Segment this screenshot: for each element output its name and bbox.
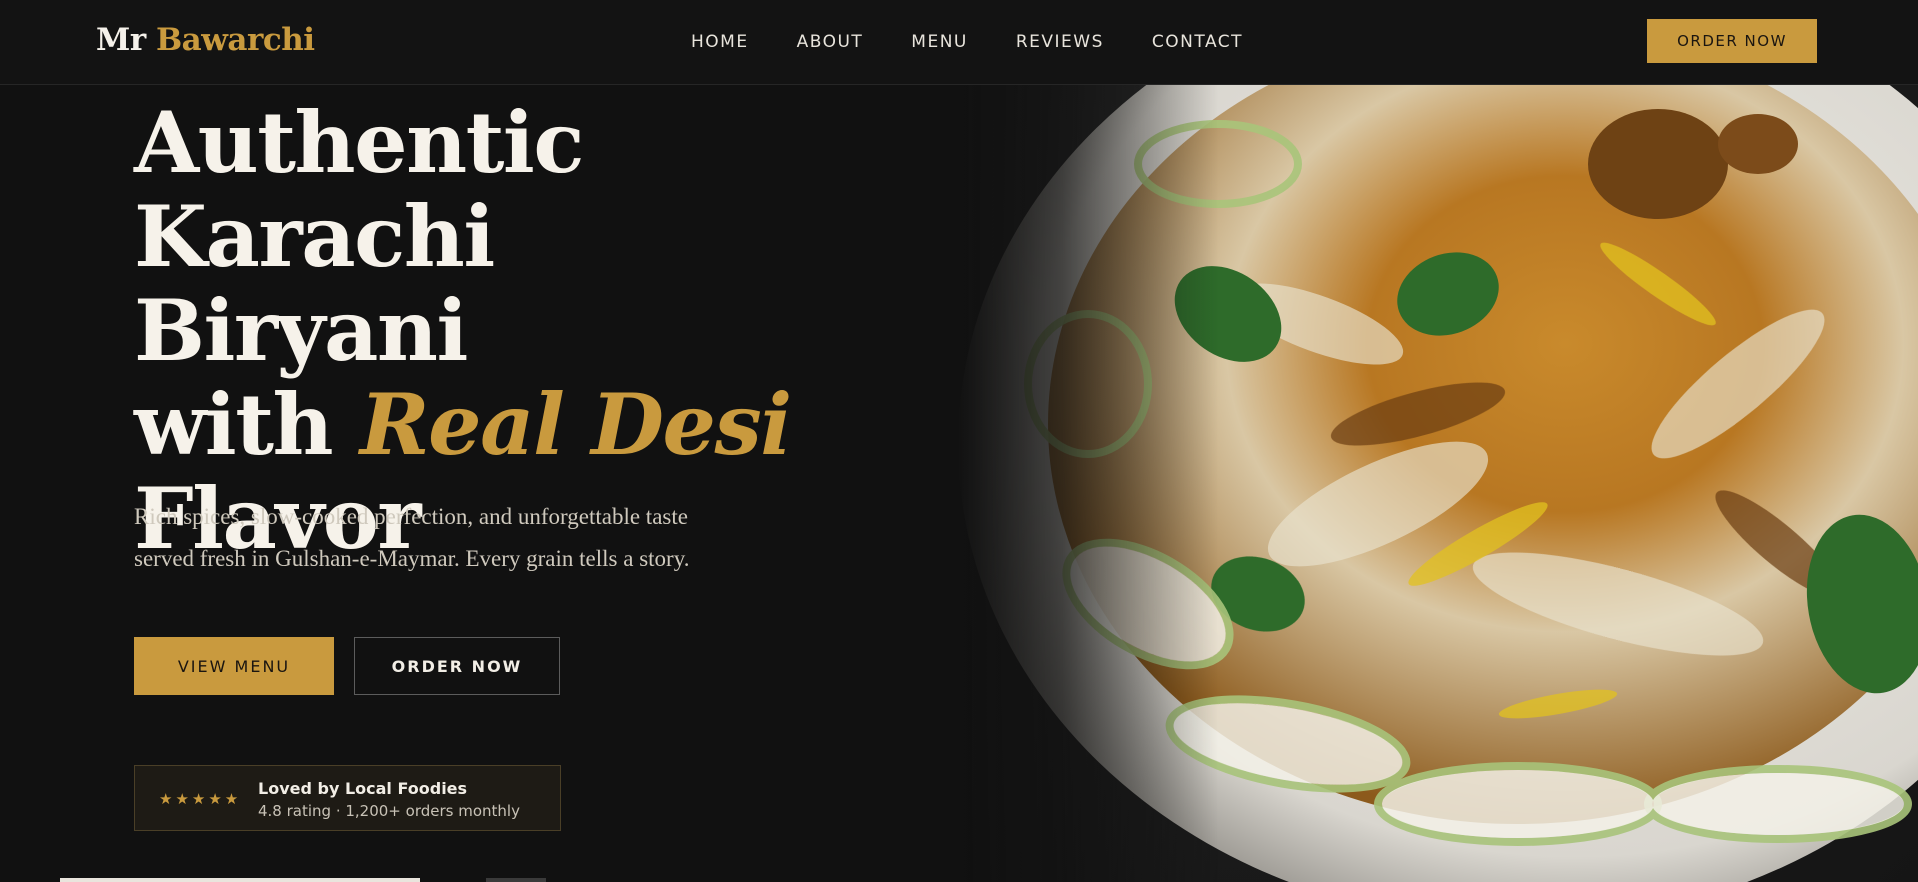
- nav-order-button[interactable]: ORDER NOW: [1647, 19, 1817, 63]
- hero-order-button[interactable]: ORDER NOW: [354, 637, 560, 695]
- nav-link-home[interactable]: HOME: [691, 32, 749, 52]
- nav-link-reviews[interactable]: REVIEWS: [1016, 32, 1104, 52]
- brand-logo[interactable]: Mr Bawarchi: [96, 22, 315, 58]
- rating-badge: ★★★★★ Loved by Local Foodies 4.8 rating …: [134, 765, 561, 831]
- biryani-plate-illustration: [958, 84, 1918, 882]
- hero-subtitle: Rich spices, slow-cooked perfection, and…: [134, 496, 754, 580]
- nav-links: HOME ABOUT MENU REVIEWS CONTACT: [691, 32, 1291, 52]
- badge-title: Loved by Local Foodies: [258, 779, 468, 798]
- slide-indicator-active[interactable]: [60, 878, 420, 882]
- nav-link-menu[interactable]: MENU: [911, 32, 968, 52]
- subtitle-line-2: served fresh in Gulshan-e-Maymar. Every …: [134, 546, 690, 571]
- biryani-hero-image: [958, 84, 1918, 882]
- top-nav: Mr Bawarchi HOME ABOUT MENU REVIEWS CONT…: [0, 0, 1918, 85]
- headline-line-3-prefix: with: [134, 375, 334, 474]
- nav-link-about[interactable]: ABOUT: [797, 32, 864, 52]
- brand-second: Bawarchi: [155, 22, 315, 58]
- brand-first: Mr: [96, 22, 146, 58]
- headline-line-1: Authentic Karachi: [134, 93, 585, 286]
- view-menu-button[interactable]: VIEW MENU: [134, 637, 334, 695]
- headline-line-2: Biryani: [134, 281, 468, 380]
- nav-link-contact[interactable]: CONTACT: [1152, 32, 1243, 52]
- badge-meta: 4.8 rating · 1,200+ orders monthly: [258, 802, 520, 820]
- subtitle-line-1: Rich spices, slow-cooked perfection, and…: [134, 504, 688, 529]
- slide-indicator[interactable]: [486, 878, 546, 882]
- star-icon: ★★★★★: [159, 791, 242, 808]
- headline-accent: Real Desi: [359, 375, 792, 474]
